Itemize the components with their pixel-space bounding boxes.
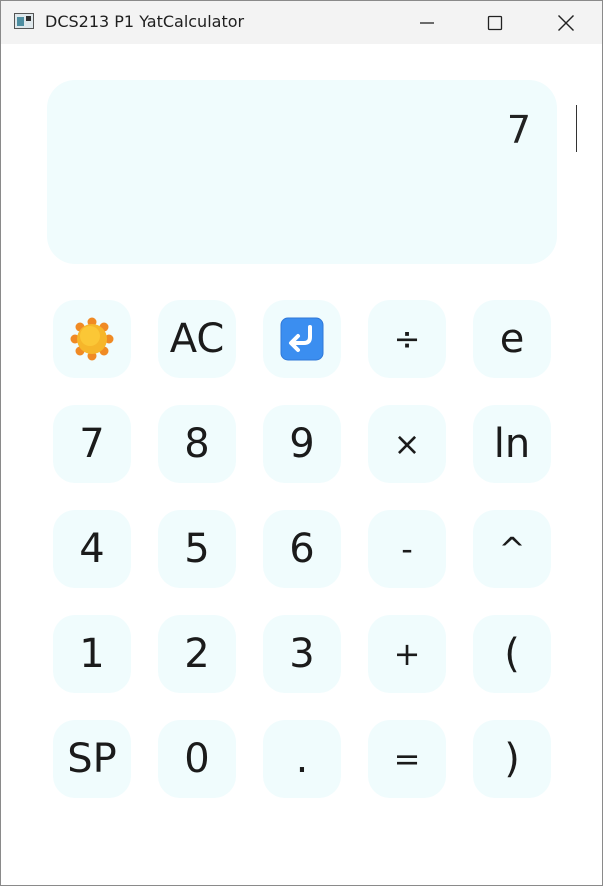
maximize-icon	[487, 15, 503, 30]
space-button[interactable]: SP	[53, 720, 131, 798]
return-arrow-icon	[280, 317, 324, 361]
window-title: DCS213 P1 YatCalculator	[45, 12, 245, 31]
result-display[interactable]: 7	[47, 80, 557, 264]
digit-0-button[interactable]: 0	[158, 720, 236, 798]
digit-9-button[interactable]: 9	[263, 405, 341, 483]
calculator-window: DCS213 P1 YatCalculator 7 AC ÷ e 7 8 9 ×…	[0, 0, 603, 886]
divide-button[interactable]: ÷	[368, 300, 446, 378]
digit-3-button[interactable]: 3	[263, 615, 341, 693]
title-bar[interactable]: DCS213 P1 YatCalculator	[1, 1, 602, 44]
power-button[interactable]: ^	[473, 510, 551, 588]
text-cursor	[576, 105, 577, 152]
subtract-button[interactable]: -	[368, 510, 446, 588]
multiply-button[interactable]: ×	[368, 405, 446, 483]
display-value: 7	[506, 108, 531, 152]
close-icon	[558, 14, 574, 31]
decimal-point-button[interactable]: .	[263, 720, 341, 798]
maximize-button[interactable]	[472, 1, 518, 44]
right-paren-button[interactable]: )	[473, 720, 551, 798]
equals-button[interactable]: =	[368, 720, 446, 798]
digit-5-button[interactable]: 5	[158, 510, 236, 588]
theme-toggle-button[interactable]	[53, 300, 131, 378]
digit-4-button[interactable]: 4	[53, 510, 131, 588]
e-constant-button[interactable]: e	[473, 300, 551, 378]
minimize-button[interactable]	[404, 1, 450, 44]
digit-1-button[interactable]: 1	[53, 615, 131, 693]
natural-log-button[interactable]: ln	[473, 405, 551, 483]
digit-7-button[interactable]: 7	[53, 405, 131, 483]
digit-8-button[interactable]: 8	[158, 405, 236, 483]
app-icon	[14, 13, 34, 29]
left-paren-button[interactable]: (	[473, 615, 551, 693]
all-clear-button[interactable]: AC	[158, 300, 236, 378]
backspace-button[interactable]	[263, 300, 341, 378]
minimize-icon	[420, 21, 434, 24]
close-button[interactable]	[543, 1, 589, 44]
digit-2-button[interactable]: 2	[158, 615, 236, 693]
add-button[interactable]: +	[368, 615, 446, 693]
digit-6-button[interactable]: 6	[263, 510, 341, 588]
sun-icon	[70, 317, 114, 361]
